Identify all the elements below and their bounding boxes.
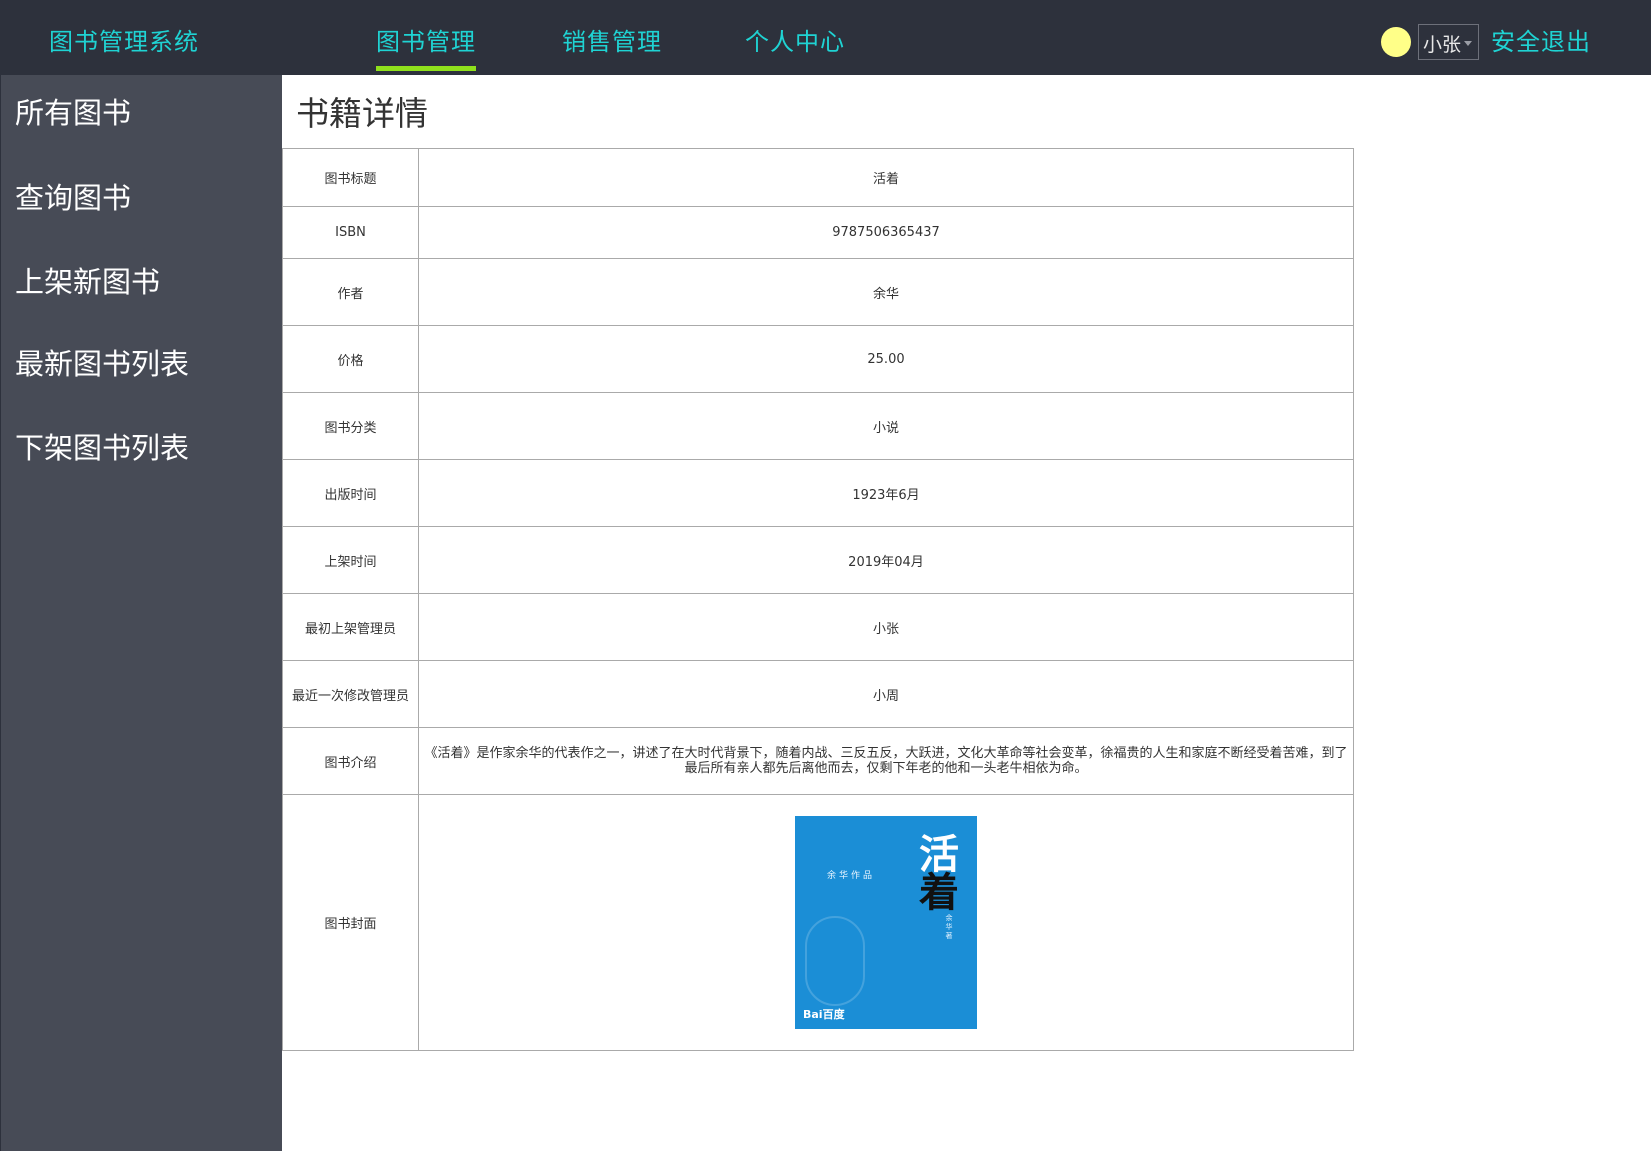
- row-label: 图书封面: [282, 794, 419, 1051]
- user-name: 小张: [1423, 34, 1462, 56]
- cover-byline: 余华著: [945, 914, 953, 940]
- row-label: 最初上架管理员: [282, 593, 419, 661]
- table-row: 出版时间 1923年6月: [282, 459, 1354, 527]
- table-row: 图书封面 余华作品 活 着 余华著 Bai百度: [282, 794, 1354, 1051]
- user-avatar[interactable]: [1381, 27, 1411, 57]
- row-value: 1923年6月: [418, 459, 1354, 527]
- cover-title-char: 活: [919, 832, 959, 878]
- table-row: 上架时间 2019年04月: [282, 526, 1354, 594]
- cover-watermark-shape: [805, 916, 865, 1006]
- row-value: 小张: [418, 593, 1354, 661]
- app-brand[interactable]: 图书管理系统: [49, 22, 199, 57]
- sidebar: 所有图书 查询图书 上架新图书 最新图书列表 下架图书列表: [0, 75, 282, 1151]
- table-row: 最近一次修改管理员 小周: [282, 660, 1354, 728]
- row-label: 上架时间: [282, 526, 419, 594]
- sidebar-item-add-book[interactable]: 上架新图书: [15, 259, 160, 301]
- row-label: ISBN: [282, 206, 419, 259]
- sidebar-item-newest-books[interactable]: 最新图书列表: [15, 341, 189, 383]
- sidebar-item-search-books[interactable]: 查询图书: [15, 175, 131, 217]
- book-detail-table: 图书标题 活着 ISBN 9787506365437 作者 余华 价格 25.0…: [282, 148, 1354, 1051]
- page-title: 书籍详情: [296, 94, 428, 133]
- logout-link[interactable]: 安全退出: [1491, 22, 1591, 57]
- row-value: 余华: [418, 258, 1354, 326]
- row-value: 小周: [418, 660, 1354, 728]
- cover-title-char: 着: [919, 870, 959, 916]
- row-label: 作者: [282, 258, 419, 326]
- row-label: 图书介绍: [282, 727, 419, 795]
- row-label: 价格: [282, 325, 419, 393]
- sidebar-item-removed-books[interactable]: 下架图书列表: [15, 425, 189, 467]
- row-value: 小说: [418, 392, 1354, 460]
- row-value: 9787506365437: [418, 206, 1354, 259]
- cover-cell: 余华作品 活 着 余华著 Bai百度: [418, 794, 1354, 1051]
- row-value: 活着: [418, 148, 1354, 207]
- row-label: 图书分类: [282, 392, 419, 460]
- row-value: 2019年04月: [418, 526, 1354, 594]
- table-row: 价格 25.00: [282, 325, 1354, 393]
- row-label: 最近一次修改管理员: [282, 660, 419, 728]
- nav-sales-management[interactable]: 销售管理: [562, 22, 662, 57]
- cover-title: 活 着: [913, 832, 965, 916]
- row-label: 图书标题: [282, 148, 419, 207]
- row-label: 出版时间: [282, 459, 419, 527]
- table-row: 最初上架管理员 小张: [282, 593, 1354, 661]
- top-header: 图书管理系统 图书管理 销售管理 个人中心 小张 安全退出: [0, 0, 1651, 75]
- table-row: 图书介绍 《活着》是作家余华的代表作之一，讲述了在大时代背景下，随着内战、三反五…: [282, 727, 1354, 795]
- sidebar-item-all-books[interactable]: 所有图书: [15, 90, 131, 132]
- nav-book-management[interactable]: 图书管理: [376, 22, 476, 71]
- user-dropdown[interactable]: 小张: [1418, 24, 1479, 60]
- table-row: 图书分类 小说: [282, 392, 1354, 460]
- nav-personal-center[interactable]: 个人中心: [745, 22, 845, 57]
- table-row: 图书标题 活着: [282, 148, 1354, 207]
- table-row: ISBN 9787506365437: [282, 206, 1354, 259]
- table-row: 作者 余华: [282, 258, 1354, 326]
- cover-watermark-logo: Bai百度: [803, 1008, 845, 1021]
- cover-author-line: 余华作品: [827, 871, 876, 881]
- book-cover-image: 余华作品 活 着 余华著 Bai百度: [795, 816, 977, 1029]
- book-introduction: 《活着》是作家余华的代表作之一，讲述了在大时代背景下，随着内战、三反五反，大跃进…: [418, 727, 1354, 795]
- row-value: 25.00: [418, 325, 1354, 393]
- chevron-down-icon: [1464, 41, 1472, 46]
